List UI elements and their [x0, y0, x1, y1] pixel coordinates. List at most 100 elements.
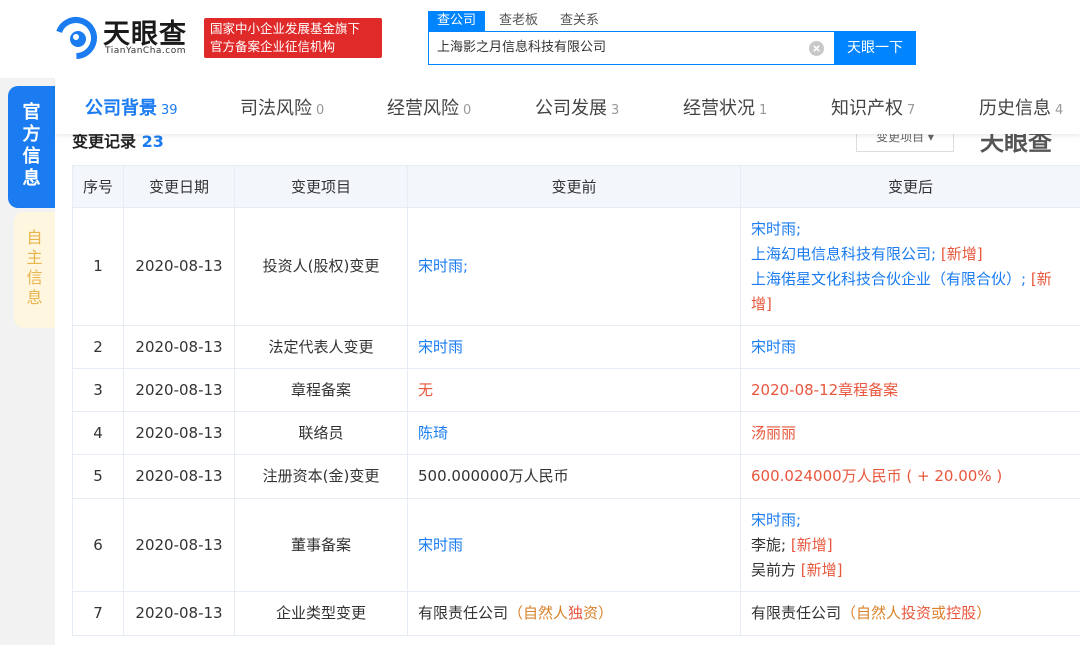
table-row: 4 2020-08-13 联络员 陈琦 汤丽丽	[72, 411, 1080, 455]
col-header-item: 变更项目	[234, 165, 408, 208]
site-header: 天眼查 TianYanCha.com 国家中小企业发展基金旗下 官方备案企业征信…	[0, 0, 1080, 78]
cell-item: 企业类型变更	[234, 591, 408, 636]
nav-tab-operating-risk[interactable]: 经营风险 0	[387, 94, 471, 120]
change-records-table: 序号 变更日期 变更项目 变更前 变更后 1 2020-08-13 投资人(股权…	[72, 165, 1080, 636]
cell-item: 注册资本(金)变更	[234, 454, 408, 499]
col-header-date: 变更日期	[123, 165, 235, 208]
side-tab-self-info[interactable]: 自 主 信 息	[14, 212, 55, 328]
person-link[interactable]: 宋时雨;	[751, 511, 801, 529]
side-tab-char: 主	[26, 248, 43, 267]
nav-tab-count: 39	[161, 103, 178, 118]
cell-item: 投资人(股权)变更	[234, 207, 408, 326]
cell-no: 6	[72, 498, 124, 592]
nav-tab-label: 历史信息	[979, 98, 1051, 119]
cell-no: 7	[72, 591, 124, 636]
cell-before: 宋时雨	[407, 325, 741, 369]
category-nav: 公司背景 39 司法风险 0 经营风险 0 公司发展 3 经营状况 1 知识产权 7 历史信…	[55, 78, 1080, 134]
cell-no: 3	[72, 368, 124, 412]
after-text-highlight: ）	[976, 604, 992, 622]
cell-no: 2	[72, 325, 124, 369]
before-text: 有限责任公司	[418, 604, 509, 622]
nav-tab-label: 知识产权	[831, 98, 903, 119]
company-link[interactable]: 上海偌星文化科技合伙企业（有限合伙）;	[751, 270, 1026, 288]
person-link[interactable]: 宋时雨	[418, 536, 463, 554]
new-tag: [新增]	[800, 560, 843, 579]
search-tab-relation[interactable]: 查关系	[560, 11, 599, 31]
after-value: 2020-08-12章程备案	[751, 380, 899, 399]
after-text-change: 控股	[946, 604, 977, 622]
search-tab-company[interactable]: 查公司	[428, 11, 486, 31]
tianyancha-logo[interactable]: 天眼查 TianYanCha.com	[53, 14, 195, 62]
cell-after: 有限责任公司（自然人投资或控股）	[740, 591, 1080, 636]
logo-domain: TianYanCha.com	[105, 46, 187, 56]
official-badge: 国家中小企业发展基金旗下 官方备案企业征信机构	[204, 18, 382, 58]
before-value: 无	[418, 380, 434, 399]
search-input[interactable]: 上海影之月信息科技有限公司	[428, 31, 834, 65]
search-tab-boss[interactable]: 查老板	[499, 11, 538, 31]
cell-before: 陈琦	[407, 411, 741, 455]
new-tag: 增]	[751, 294, 772, 313]
nav-tab-count: 4	[1055, 103, 1064, 118]
cell-after: 宋时雨	[740, 325, 1080, 369]
company-link[interactable]: 上海幻电信息科技有限公司;	[751, 245, 936, 263]
table-row: 6 2020-08-13 董事备案 宋时雨 宋时雨; 李旎; [新增] 吴前方 …	[72, 498, 1080, 592]
before-text-change: 独	[568, 604, 584, 622]
before-text-highlight: 资）	[583, 604, 614, 622]
nav-tab-label: 公司背景	[85, 98, 157, 119]
person-link[interactable]: 宋时雨	[751, 338, 796, 356]
cell-after: 汤丽丽	[740, 411, 1080, 455]
cell-item: 章程备案	[234, 368, 408, 412]
nav-tab-judicial-risk[interactable]: 司法风险 0	[240, 94, 324, 120]
table-row: 2 2020-08-13 法定代表人变更 宋时雨 宋时雨	[72, 325, 1080, 369]
person-name: 吴前方	[751, 560, 797, 579]
after-text-highlight: （自然人	[841, 604, 902, 622]
col-header-no: 序号	[72, 165, 124, 208]
person-link[interactable]: 陈琦	[418, 424, 448, 442]
nav-tab-intellectual-property[interactable]: 知识产权 7	[831, 94, 915, 120]
cell-date: 2020-08-13	[123, 591, 235, 636]
clear-icon[interactable]	[809, 41, 824, 56]
after-value: 600.024000万人民币 ( + 20.00% )	[751, 467, 1003, 485]
nav-tab-count: 7	[907, 103, 916, 118]
cell-date: 2020-08-13	[123, 368, 235, 412]
record-count: 23	[141, 132, 164, 151]
nav-tab-label: 经营状况	[683, 98, 755, 119]
table-header-row: 序号 变更日期 变更项目 变更前 变更后	[72, 165, 1080, 208]
cell-item: 法定代表人变更	[234, 325, 408, 369]
side-tab-char: 自	[26, 228, 43, 247]
after-value: 汤丽丽	[751, 423, 797, 442]
nav-tab-history[interactable]: 历史信息 4	[979, 94, 1063, 120]
cell-before: 无	[407, 368, 741, 412]
badge-line-1: 国家中小企业发展基金旗下	[210, 21, 361, 36]
cell-date: 2020-08-13	[123, 325, 235, 369]
person-link[interactable]: 宋时雨;	[418, 257, 468, 275]
table-row: 5 2020-08-13 注册资本(金)变更 500.000000万人民币 60…	[72, 454, 1080, 499]
nav-tab-count: 0	[316, 103, 325, 118]
person-link[interactable]: 宋时雨	[418, 338, 463, 356]
cell-before: 500.000000万人民币	[407, 454, 741, 499]
nav-tab-company-background[interactable]: 公司背景 39	[85, 94, 178, 120]
side-tab-char: 官	[22, 102, 41, 123]
search-input-value[interactable]: 上海影之月信息科技有限公司	[437, 32, 606, 64]
nav-tab-label: 经营风险	[387, 98, 459, 119]
search-button[interactable]: 天眼一下	[834, 31, 916, 65]
cell-after: 宋时雨; 李旎; [新增] 吴前方 [新增]	[740, 498, 1080, 592]
person-link[interactable]: 宋时雨;	[751, 220, 801, 238]
nav-tab-company-development[interactable]: 公司发展 3	[535, 94, 619, 120]
cell-before: 宋时雨	[407, 498, 741, 592]
cell-no: 5	[72, 454, 124, 499]
nav-tab-label: 司法风险	[240, 98, 312, 119]
side-tab-official-info[interactable]: 官 方 信 息	[8, 86, 55, 208]
table-row: 7 2020-08-13 企业类型变更 有限责任公司 （自然人 独资） 有限责任公司…	[72, 591, 1080, 636]
side-tab-char: 息	[26, 288, 43, 307]
badge-line-2: 官方备案企业征信机构	[210, 39, 336, 54]
col-header-after: 变更后	[740, 165, 1080, 208]
nav-tab-label: 公司发展	[535, 98, 607, 119]
new-tag: [新	[1030, 269, 1052, 288]
table-row: 1 2020-08-13 投资人(股权)变更 宋时雨; 宋时雨; 上海幻电信息科…	[72, 207, 1080, 326]
cell-date: 2020-08-13	[123, 207, 235, 326]
cell-after: 600.024000万人民币 ( + 20.00% )	[740, 454, 1080, 499]
new-tag: [新增]	[790, 535, 833, 554]
nav-tab-operating-status[interactable]: 经营状况 1	[683, 94, 767, 120]
person-name: 李旎;	[751, 535, 787, 554]
